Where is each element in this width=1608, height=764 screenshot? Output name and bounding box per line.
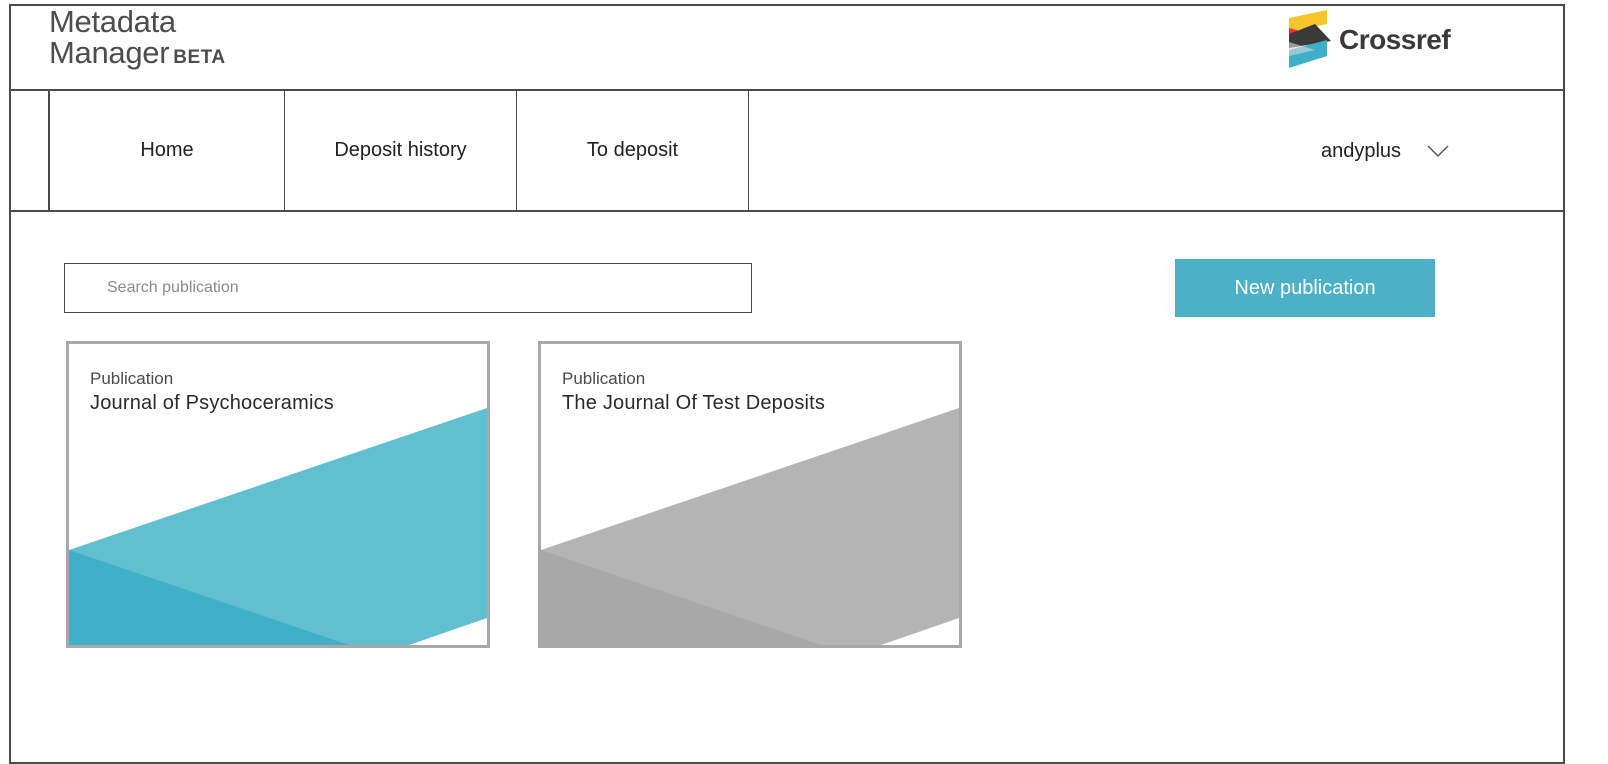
publication-title: Journal of Psychoceramics bbox=[90, 392, 334, 414]
tab-deposit-history[interactable]: Deposit history bbox=[285, 91, 517, 210]
app-title: Metadata Manager BETA bbox=[49, 6, 226, 73]
brand-name: Crossref bbox=[1339, 24, 1451, 55]
publication-card[interactable]: Publication The Journal Of Test Deposits bbox=[538, 341, 962, 648]
new-publication-button[interactable]: New publication bbox=[1175, 259, 1435, 317]
main-nav: Home Deposit history To deposit andyplus bbox=[11, 91, 1563, 212]
top-header: Metadata Manager BETA Crossref bbox=[11, 6, 1563, 91]
chevron-down-icon bbox=[1427, 145, 1449, 157]
beta-badge: BETA bbox=[173, 47, 226, 68]
tab-to-deposit-label: To deposit bbox=[586, 139, 679, 161]
publication-kind: Publication bbox=[562, 369, 646, 388]
crossref-logo-icon bbox=[1289, 10, 1331, 68]
search-publication-input[interactable] bbox=[64, 263, 752, 313]
app-title-line2: Manager bbox=[49, 35, 170, 70]
app-frame: Metadata Manager BETA Crossref Home Depos… bbox=[9, 4, 1565, 764]
tab-to-deposit[interactable]: To deposit bbox=[517, 91, 749, 210]
tab-home-label: Home bbox=[140, 139, 194, 161]
publication-title: The Journal Of Test Deposits bbox=[562, 392, 826, 414]
user-menu[interactable]: andyplus bbox=[1321, 131, 1449, 171]
tab-home[interactable]: Home bbox=[50, 91, 285, 210]
publication-cover-art bbox=[541, 408, 959, 645]
publication-card[interactable]: Publication Journal of Psychoceramics bbox=[66, 341, 490, 648]
user-name: andyplus bbox=[1321, 139, 1402, 162]
tab-deposit-history-label: Deposit history bbox=[334, 139, 467, 161]
crossref-brand[interactable]: Crossref bbox=[1287, 9, 1451, 71]
publication-kind: Publication bbox=[90, 369, 174, 388]
app-title-line1: Metadata bbox=[49, 4, 176, 39]
publication-cover-art bbox=[69, 408, 487, 645]
